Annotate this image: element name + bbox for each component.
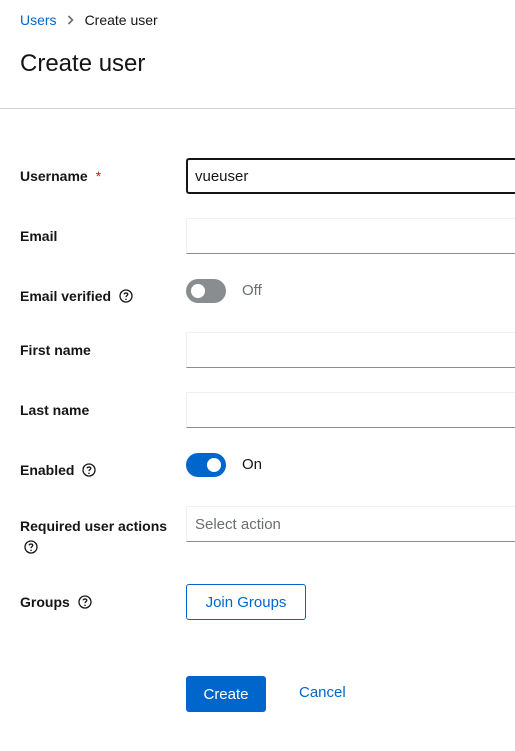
switch-knob (191, 284, 205, 298)
chevron-right-icon (67, 15, 74, 25)
email-verified-switch[interactable] (186, 279, 226, 303)
email-verified-state: Off (242, 282, 262, 299)
last-name-label: Last name (20, 402, 90, 418)
email-verified-label: Email verified (20, 288, 133, 304)
last-name-input[interactable] (186, 392, 515, 428)
first-name-input[interactable] (186, 332, 515, 368)
email-label: Email (20, 228, 58, 244)
page-title: Create user (20, 50, 146, 77)
breadcrumb-users-link[interactable]: Users (20, 12, 57, 28)
required-actions-placeholder: Select action (195, 515, 281, 533)
help-icon[interactable] (78, 595, 92, 609)
first-name-label: First name (20, 342, 91, 358)
create-button[interactable]: Create (186, 676, 266, 712)
username-input[interactable]: vueuser (186, 158, 515, 194)
help-icon[interactable] (119, 289, 133, 303)
required-marker: * (95, 168, 102, 184)
enabled-label: Enabled (20, 462, 97, 478)
username-value: vueuser (195, 167, 249, 185)
help-icon[interactable] (82, 463, 97, 477)
enabled-state: On (242, 456, 263, 473)
enabled-switch[interactable] (186, 453, 226, 477)
username-label: Username * (20, 168, 102, 184)
switch-knob (207, 458, 221, 472)
groups-label: Groups (20, 594, 92, 610)
help-icon[interactable] (24, 540, 38, 554)
header-divider (0, 108, 515, 109)
required-actions-label: Required user actions (20, 516, 167, 559)
email-input[interactable] (186, 218, 515, 254)
join-groups-button[interactable]: Join Groups (186, 584, 306, 620)
breadcrumb: Users Create user (20, 12, 158, 28)
breadcrumb-current: Create user (84, 12, 158, 28)
required-actions-select[interactable]: Select action (186, 506, 515, 542)
cancel-button[interactable]: Cancel (299, 684, 346, 701)
